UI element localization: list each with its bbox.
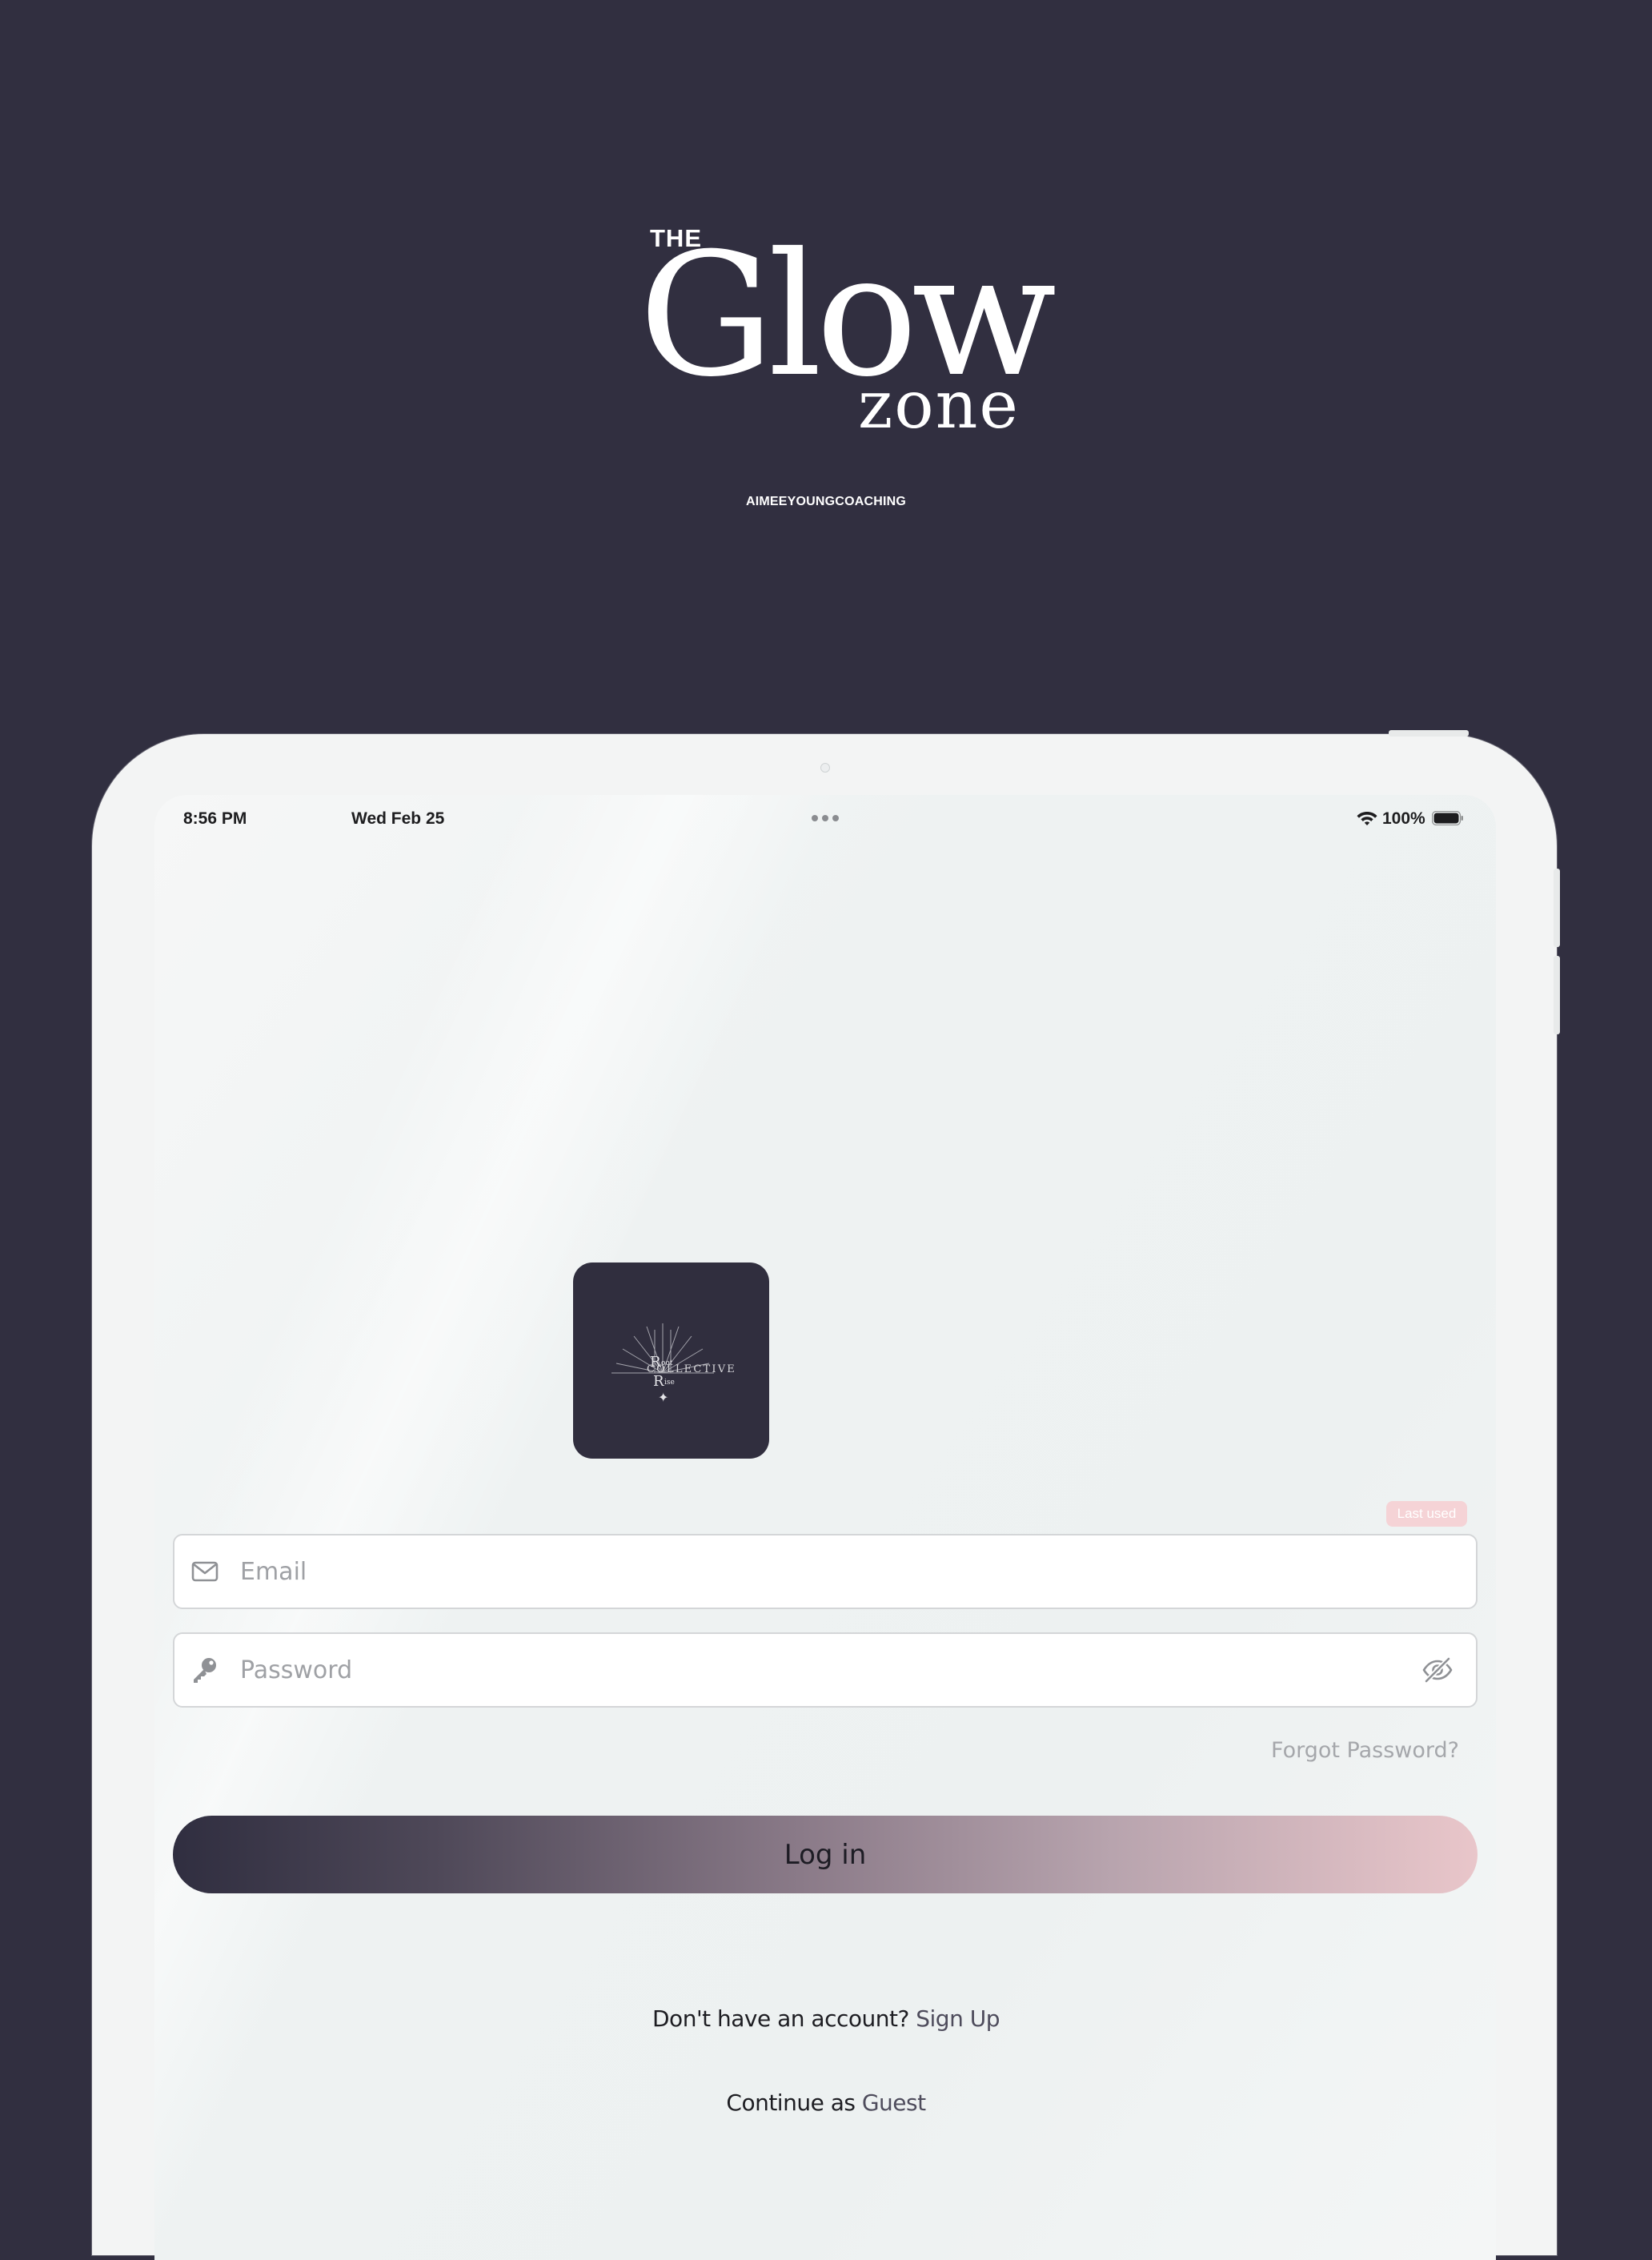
signup-prompt: Don't have an account? Sign Up	[0, 2005, 1652, 2032]
email-field[interactable]	[173, 1534, 1478, 1609]
svg-text:R: R	[653, 1373, 664, 1390]
app-logo-name: COLLECTIVE	[647, 1363, 736, 1375]
volume-up-button	[1554, 869, 1560, 947]
svg-text:ise: ise	[664, 1379, 675, 1387]
password-input[interactable]	[240, 1634, 1401, 1706]
key-icon	[194, 1658, 216, 1683]
status-date: Wed Feb 25	[351, 809, 445, 828]
no-account-text: Don't have an account?	[652, 2005, 909, 2032]
continue-as-text: Continue as	[726, 2089, 856, 2116]
sign-up-link[interactable]: Sign Up	[916, 2005, 1000, 2032]
last-used-badge: Last used	[1386, 1501, 1467, 1527]
wifi-icon	[1357, 812, 1377, 825]
sunburst-logo-icon: R oot R ise ✦	[611, 1323, 714, 1405]
power-button	[1389, 730, 1469, 737]
status-time: 8:56 PM	[183, 809, 247, 828]
eye-off-icon[interactable]	[1421, 1655, 1454, 1685]
front-camera	[820, 763, 830, 773]
login-button[interactable]: Log in	[173, 1816, 1478, 1893]
guest-link[interactable]: Guest	[862, 2089, 926, 2116]
brand-subtitle: AIMEEYOUNGCOACHING	[745, 495, 907, 508]
more-dots-icon[interactable]	[812, 815, 839, 821]
svg-text:✦: ✦	[658, 1390, 668, 1405]
app-logo-tile: R oot R ise ✦ COLLECTIVE	[573, 1262, 769, 1459]
email-input[interactable]	[240, 1535, 1401, 1608]
forgot-password-link[interactable]: Forgot Password?	[1271, 1738, 1459, 1763]
mail-icon	[191, 1561, 219, 1582]
volume-down-button	[1554, 956, 1560, 1034]
screen-glare	[154, 795, 1496, 2260]
password-field[interactable]	[173, 1632, 1478, 1708]
battery-icon	[1432, 811, 1463, 825]
guest-prompt: Continue as Guest	[0, 2089, 1652, 2116]
brand-zone: zone	[858, 367, 1020, 444]
battery-percentage: 100%	[1382, 809, 1425, 828]
brand-logo: THE Glow zone AIMEEYOUNGCOACHING	[0, 0, 1652, 640]
device-screen: 8:56 PM Wed Feb 25 100%	[154, 795, 1496, 2260]
